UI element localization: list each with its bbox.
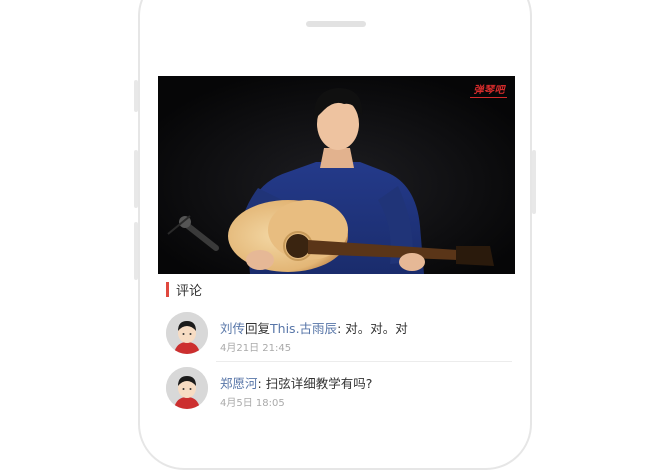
phone-speaker — [306, 21, 366, 27]
avatar[interactable] — [166, 367, 208, 409]
comment-divider — [216, 361, 512, 362]
comment-text: 郑愿河: 扫弦详细教学有吗? — [220, 373, 372, 392]
comment-username[interactable]: 郑愿河 — [220, 376, 258, 391]
comment-username[interactable]: 刘传 — [220, 321, 245, 336]
comment-item[interactable]: 刘传回复This.古雨辰: 对。对。对 4月21日 21:45 — [166, 310, 512, 362]
power-button — [532, 150, 536, 214]
comment-body: : 对。对。对 — [337, 321, 408, 336]
video-player[interactable]: 弹琴吧 — [158, 76, 515, 274]
reply-word: 回复 — [245, 321, 271, 336]
comment-text: 刘传回复This.古雨辰: 对。对。对 — [220, 318, 408, 337]
comment-time: 4月21日 21:45 — [220, 343, 292, 354]
video-frame-image — [158, 76, 515, 274]
comment-item[interactable]: 郑愿河: 扫弦详细教学有吗? 4月5日 18:05 — [166, 365, 512, 415]
reply-target-username[interactable]: This.古雨辰 — [270, 321, 337, 336]
default-avatar-icon — [166, 312, 208, 354]
volume-up-button — [134, 150, 138, 208]
avatar[interactable] — [166, 312, 208, 354]
section-accent-bar — [166, 281, 169, 297]
comments-header: 评论 — [166, 281, 203, 299]
mute-switch — [134, 80, 138, 112]
comment-time: 4月5日 18:05 — [220, 398, 285, 409]
video-watermark-logo: 弹琴吧 — [469, 81, 507, 98]
default-avatar-icon — [166, 367, 208, 409]
volume-down-button — [134, 222, 138, 280]
comments-title: 评论 — [176, 283, 203, 299]
comment-body: : 扫弦详细教学有吗? — [257, 376, 373, 391]
